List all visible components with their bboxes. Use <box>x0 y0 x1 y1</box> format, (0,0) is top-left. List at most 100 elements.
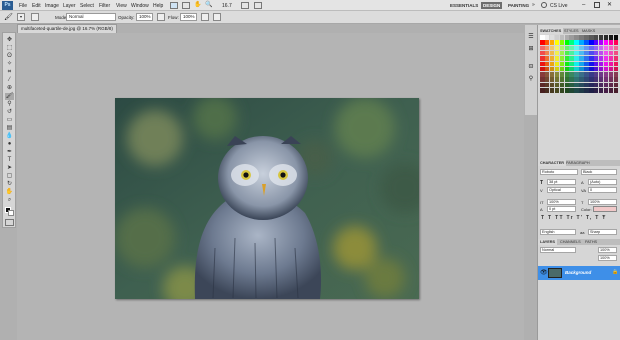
swatch[interactable] <box>579 66 584 72</box>
swatch[interactable] <box>598 61 604 67</box>
swatch[interactable] <box>593 88 599 93</box>
swatch[interactable] <box>544 40 550 45</box>
tab-character[interactable]: CHARACTER <box>538 160 567 166</box>
swatch[interactable] <box>564 88 570 93</box>
background-color-swatch[interactable] <box>8 210 14 216</box>
swatch[interactable] <box>613 56 619 61</box>
swatch[interactable] <box>559 45 565 51</box>
swatch[interactable] <box>559 66 565 72</box>
menu-window[interactable]: Window <box>131 3 149 9</box>
swatch[interactable] <box>540 45 545 51</box>
swatch[interactable] <box>603 56 609 61</box>
swatch[interactable] <box>589 50 594 56</box>
swatch[interactable] <box>559 56 565 61</box>
swatch[interactable] <box>569 72 574 77</box>
swatch[interactable] <box>549 88 555 93</box>
swatch[interactable] <box>544 35 550 40</box>
swatch[interactable] <box>584 88 589 93</box>
navigator-panel-icon[interactable]: ⊞ <box>527 45 535 53</box>
swatch[interactable] <box>593 61 599 67</box>
swatch[interactable] <box>569 35 574 40</box>
swatch[interactable] <box>554 56 560 61</box>
clone-source-icon[interactable]: ⚲ <box>527 75 535 83</box>
swatch[interactable] <box>598 72 604 77</box>
swatch[interactable] <box>589 66 594 72</box>
swatch[interactable] <box>603 45 609 51</box>
swatch[interactable] <box>598 35 604 40</box>
swatch[interactable] <box>544 88 550 93</box>
workspace-more-icon[interactable]: » <box>532 2 535 8</box>
baseline-shift-input[interactable]: 0 pt <box>547 206 576 212</box>
clone-stamp-icon[interactable]: ⚲ <box>5 101 14 108</box>
workspace-essentials[interactable]: ESSENTIALS <box>448 2 480 9</box>
maximize-button[interactable] <box>594 2 600 8</box>
swatch[interactable] <box>569 45 574 51</box>
swatch[interactable] <box>579 61 584 67</box>
swatch[interactable] <box>593 50 599 56</box>
swatch[interactable] <box>579 72 584 77</box>
swatch[interactable] <box>574 40 579 45</box>
swatch[interactable] <box>549 56 555 61</box>
bridge-icon[interactable] <box>170 2 178 9</box>
menu-edit[interactable]: Edit <box>32 3 41 9</box>
swatch[interactable] <box>559 50 565 56</box>
swatch[interactable] <box>549 45 555 51</box>
type-tool-icon[interactable]: T <box>5 157 14 164</box>
opacity-input[interactable]: 100% <box>136 13 153 21</box>
swatch[interactable] <box>564 35 570 40</box>
swatch[interactable] <box>544 72 550 77</box>
swatch[interactable] <box>584 50 589 56</box>
brush-panel-icon[interactable]: ϖ <box>527 63 535 71</box>
tab-paragraph[interactable]: PARAGRAPH <box>564 160 592 166</box>
swatch[interactable] <box>559 77 565 82</box>
swatch[interactable] <box>569 88 574 93</box>
swatch[interactable] <box>559 35 565 40</box>
swatch[interactable] <box>569 50 574 56</box>
swatch[interactable] <box>549 82 555 88</box>
magic-wand-icon[interactable]: ✧ <box>5 61 14 68</box>
swatch[interactable] <box>589 45 594 51</box>
swatch[interactable] <box>584 45 589 51</box>
swatch[interactable] <box>569 56 574 61</box>
swatch[interactable] <box>549 66 555 72</box>
swatch[interactable] <box>569 40 574 45</box>
swatch[interactable] <box>544 56 550 61</box>
swatch[interactable] <box>593 77 599 82</box>
swatch[interactable] <box>569 82 574 88</box>
swatch[interactable] <box>574 56 579 61</box>
swatch[interactable] <box>584 35 589 40</box>
vertical-scale-input[interactable]: 100% <box>547 199 576 205</box>
swatch[interactable] <box>574 77 579 82</box>
minibridge-icon[interactable] <box>182 2 190 9</box>
menu-view[interactable]: View <box>116 3 127 9</box>
swatch[interactable] <box>603 72 609 77</box>
marquee-tool-icon[interactable]: ⬚ <box>5 45 14 52</box>
swatch[interactable] <box>569 77 574 82</box>
swatch[interactable] <box>564 45 570 51</box>
airbrush-icon[interactable] <box>201 13 209 21</box>
text-color-swatch[interactable] <box>593 206 617 212</box>
swatch[interactable] <box>564 82 570 88</box>
swatch[interactable] <box>554 61 560 67</box>
swatch[interactable] <box>608 40 614 45</box>
workspace-painting[interactable]: PAINTING <box>506 2 531 9</box>
type-style-buttons[interactable]: T T TT Tr T' T, T Ŧ <box>541 215 618 222</box>
swatch[interactable] <box>608 61 614 67</box>
cs-live-icon[interactable] <box>541 2 547 8</box>
swatch[interactable] <box>584 61 589 67</box>
tab-styles[interactable]: STYLES <box>562 28 581 34</box>
menu-help[interactable]: Help <box>153 3 163 9</box>
swatch[interactable] <box>584 72 589 77</box>
swatch[interactable] <box>564 66 570 72</box>
swatch[interactable] <box>579 82 584 88</box>
tab-layers[interactable]: LAYERS <box>538 239 558 245</box>
swatch[interactable] <box>554 72 560 77</box>
tab-swatches[interactable]: SWATCHES <box>538 28 564 34</box>
swatch[interactable] <box>569 61 574 67</box>
menu-select[interactable]: Select <box>80 3 94 9</box>
swatch[interactable] <box>559 82 565 88</box>
swatch[interactable] <box>554 66 560 72</box>
swatch[interactable] <box>613 40 619 45</box>
swatch[interactable] <box>608 88 614 93</box>
menu-image[interactable]: Image <box>45 3 59 9</box>
